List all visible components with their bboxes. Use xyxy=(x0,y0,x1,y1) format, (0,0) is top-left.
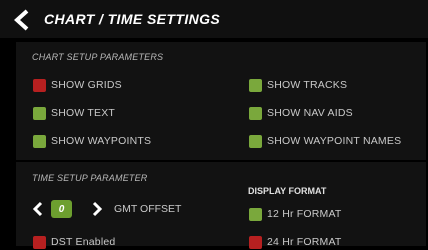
12hr-format-toggle[interactable]: 12 Hr FORMAT xyxy=(249,206,342,222)
checkbox-icon xyxy=(249,207,262,221)
checkbox-icon xyxy=(33,106,46,120)
gmt-offset-value: 0 xyxy=(58,203,65,215)
show-waypoint-names-label: SHOW WAYPOINT NAMES xyxy=(267,135,402,147)
display-format-heading: DISPLAY FORMAT xyxy=(248,186,327,196)
gmt-offset-value-box: 0 xyxy=(51,200,72,218)
12hr-format-label: 12 Hr FORMAT xyxy=(267,208,342,220)
checkbox-icon xyxy=(249,235,262,249)
dst-enabled-toggle[interactable]: DST Enabled xyxy=(33,234,115,250)
checkbox-icon xyxy=(249,106,262,120)
gmt-increment-icon[interactable] xyxy=(90,201,104,217)
show-tracks-toggle[interactable]: SHOW TRACKS xyxy=(249,77,347,93)
show-tracks-label: SHOW TRACKS xyxy=(267,79,348,91)
checkbox-icon xyxy=(33,78,46,92)
show-text-label: SHOW TEXT xyxy=(51,107,116,119)
page-title: CHART / TIME SETTINGS xyxy=(44,11,221,27)
gmt-decrement-icon[interactable] xyxy=(31,201,45,217)
checkbox-icon xyxy=(249,78,262,92)
dst-enabled-label: DST Enabled xyxy=(51,236,116,248)
checkbox-icon xyxy=(33,134,46,148)
show-nav-aids-toggle[interactable]: SHOW NAV AIDS xyxy=(249,105,353,121)
24hr-format-toggle[interactable]: 24 Hr FORMAT xyxy=(249,234,342,250)
24hr-format-label: 24 Hr FORMAT xyxy=(267,236,342,248)
show-waypoint-names-toggle[interactable]: SHOW WAYPOINT NAMES xyxy=(249,133,401,149)
gmt-offset-label: GMT OFFSET xyxy=(114,203,182,215)
header-bar: CHART / TIME SETTINGS xyxy=(0,0,428,38)
show-text-toggle[interactable]: SHOW TEXT xyxy=(33,105,115,121)
checkbox-icon xyxy=(249,134,262,148)
show-grids-label: SHOW GRIDS xyxy=(51,79,122,91)
show-grids-toggle[interactable]: SHOW GRIDS xyxy=(33,77,122,93)
back-chevron-icon[interactable] xyxy=(12,9,32,31)
show-waypoints-label: SHOW WAYPOINTS xyxy=(51,135,152,147)
show-nav-aids-label: SHOW NAV AIDS xyxy=(267,107,353,119)
show-waypoints-toggle[interactable]: SHOW WAYPOINTS xyxy=(33,133,151,149)
checkbox-icon xyxy=(33,235,46,249)
chart-setup-heading: CHART SETUP PARAMETERS xyxy=(32,52,164,62)
time-setup-heading: TIME SETUP PARAMETER xyxy=(32,173,148,183)
